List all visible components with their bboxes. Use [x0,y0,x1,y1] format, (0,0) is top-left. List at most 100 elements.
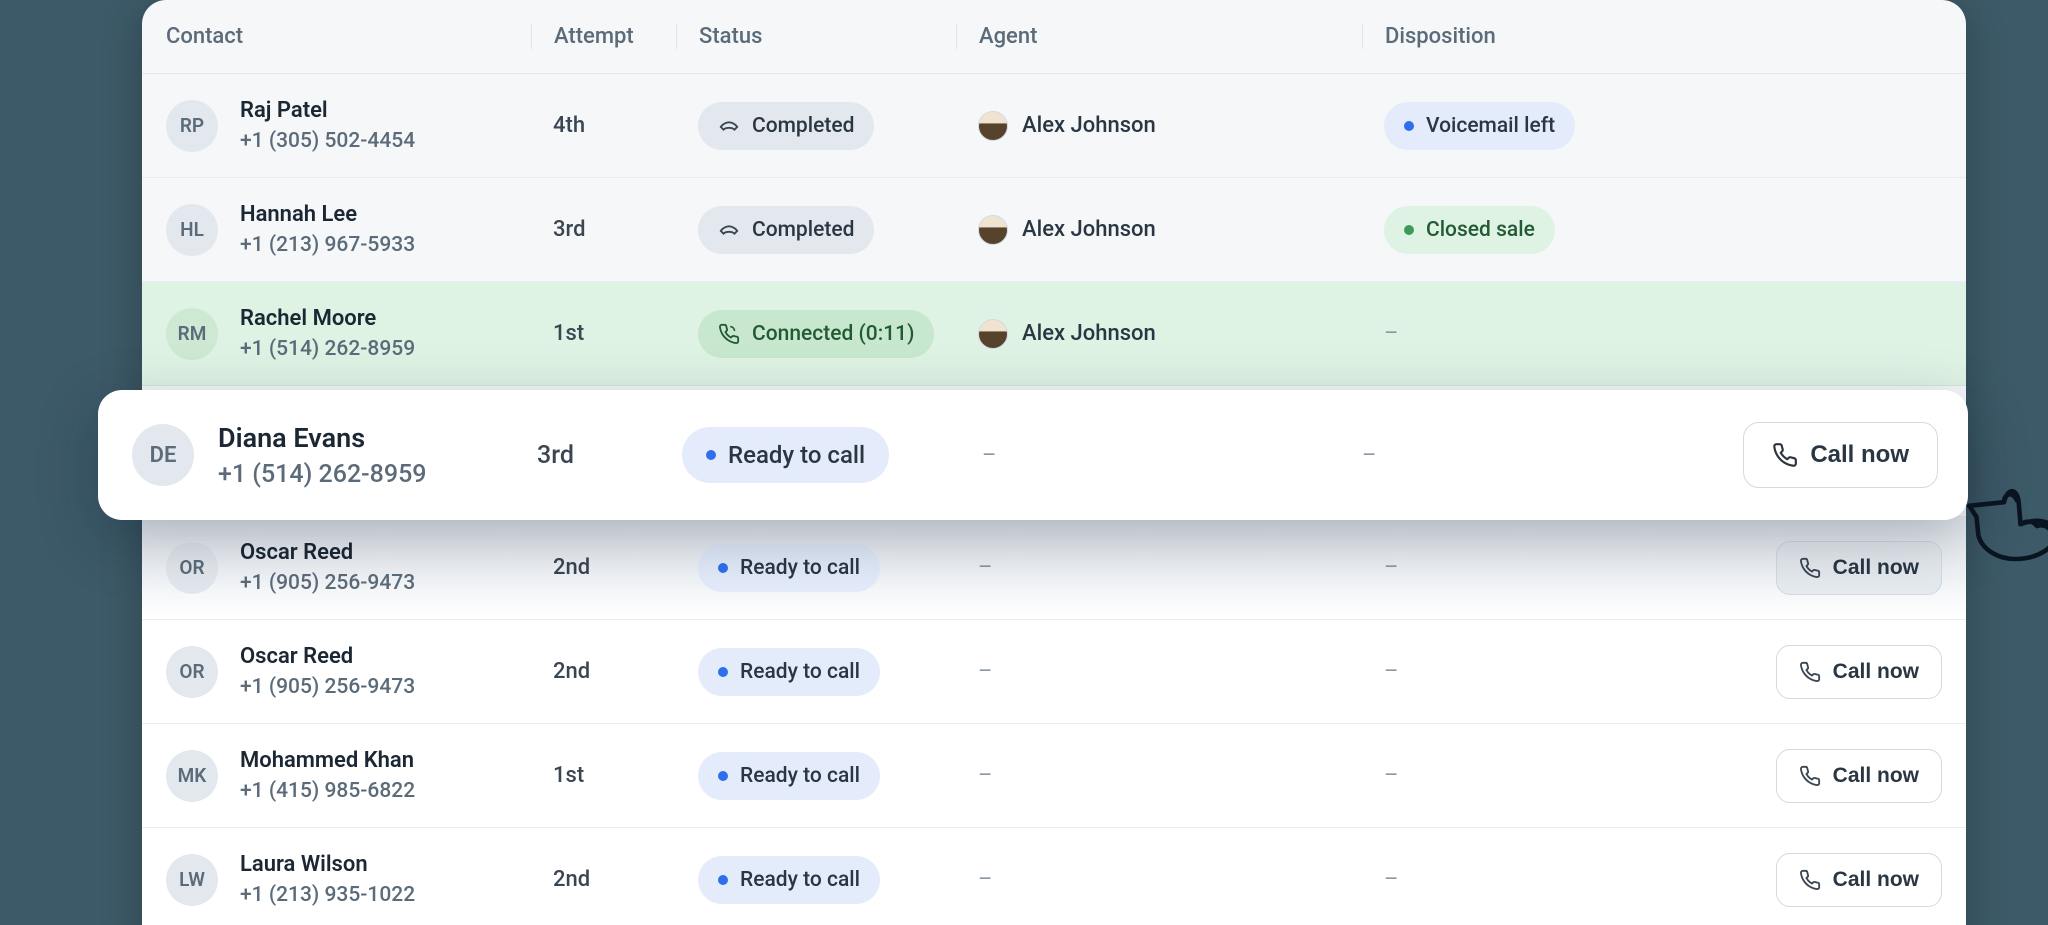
table-row[interactable]: LW Laura Wilson +1 (213) 935-1022 2nd Re… [142,828,1966,925]
disposition-label: Closed sale [1426,218,1535,242]
contact-phone: +1 (514) 262-8959 [240,337,415,361]
dot-icon [718,563,728,573]
contact-phone: +1 (514) 262-8959 [218,460,427,489]
avatar: DE [132,424,194,486]
phone-icon [1799,765,1821,787]
table-row[interactable]: MK Mohammed Khan +1 (415) 985-6822 1st R… [142,724,1966,828]
contact-name: Diana Evans [218,422,427,454]
phone-icon [1799,661,1821,683]
contact-phone: +1 (905) 256-9473 [240,675,415,699]
call-now-button[interactable]: Call now [1776,749,1942,803]
dot-icon [718,875,728,885]
avatar: RP [166,100,218,152]
contact-phone: +1 (213) 935-1022 [240,883,415,907]
status-label: Connected (0:11) [752,322,914,346]
col-header-agent: Agent [956,24,1362,49]
table-row[interactable]: RM Rachel Moore +1 (514) 262-8959 1st Co… [142,282,1966,386]
call-now-button[interactable]: Call now [1776,853,1942,907]
contact-name: Laura Wilson [240,852,415,877]
table-row[interactable]: OR Oscar Reed +1 (905) 256-9473 2nd Read… [142,516,1966,620]
empty-value: – [978,555,992,580]
featured-row[interactable]: DE Diana Evans +1 (514) 262-8959 3rd Rea… [98,390,1968,520]
agent-avatar [978,319,1008,349]
call-now-label: Call now [1833,764,1919,788]
contact-name: Oscar Reed [240,644,415,669]
contact-phone: +1 (905) 256-9473 [240,571,415,595]
dot-icon [1404,225,1414,235]
status-label: Ready to call [740,868,860,892]
status-badge: Completed [698,206,874,254]
call-now-button[interactable]: Call now [1743,422,1938,488]
table-header: Contact Attempt Status Agent Disposition [142,0,1966,74]
col-header-status: Status [676,24,956,49]
status-badge: Ready to call [698,752,880,800]
avatar: MK [166,750,218,802]
empty-value: – [978,659,992,684]
contact-name: Oscar Reed [240,540,415,565]
status-badge: Ready to call [698,856,880,904]
phone-active-icon [718,323,740,345]
contact-name: Mohammed Khan [240,748,415,773]
avatar: RM [166,308,218,360]
table-row[interactable]: OR Oscar Reed +1 (905) 256-9473 2nd Read… [142,620,1966,724]
disposition-badge: Closed sale [1384,206,1555,254]
attempt-value: 3rd [527,441,672,470]
status-label: Completed [752,218,854,242]
disposition-label: Voicemail left [1426,114,1555,138]
dot-icon [718,771,728,781]
status-label: Ready to call [728,441,865,469]
col-header-attempt: Attempt [531,24,676,49]
call-now-label: Call now [1833,660,1919,684]
empty-value: – [1384,763,1398,788]
attempt-value: 2nd [531,867,676,892]
attempt-value: 4th [531,113,676,138]
phone-icon [1799,557,1821,579]
attempt-value: 3rd [531,217,676,242]
call-now-label: Call now [1833,556,1919,580]
contact-phone: +1 (305) 502-4454 [240,129,415,153]
table-row[interactable]: HL Hannah Lee +1 (213) 967-5933 3rd Comp… [142,178,1966,282]
phone-hangup-icon [718,115,740,137]
status-badge: Ready to call [682,427,889,483]
empty-value: – [1362,443,1376,468]
col-header-disposition: Disposition [1362,24,1966,49]
empty-value: – [978,867,992,892]
status-badge: Completed [698,102,874,150]
avatar: OR [166,646,218,698]
contact-phone: +1 (415) 985-6822 [240,779,415,803]
agent-name: Alex Johnson [1022,113,1156,138]
status-badge: Ready to call [698,648,880,696]
call-now-label: Call now [1810,441,1909,469]
agent-avatar [978,111,1008,141]
pointing-hand-icon [1960,460,2048,570]
contact-phone: +1 (213) 967-5933 [240,233,415,257]
empty-value: – [1384,321,1398,346]
dot-icon [718,667,728,677]
empty-value: – [1384,555,1398,580]
empty-value: – [1384,867,1398,892]
empty-value: – [1384,659,1398,684]
contact-name: Rachel Moore [240,306,415,331]
phone-hangup-icon [718,219,740,241]
attempt-value: 2nd [531,555,676,580]
disposition-badge: Voicemail left [1384,102,1575,150]
phone-icon [1799,869,1821,891]
col-header-contact: Contact [166,24,531,49]
call-now-button[interactable]: Call now [1776,541,1942,595]
status-label: Ready to call [740,660,860,684]
empty-value: – [982,443,996,468]
agent-name: Alex Johnson [1022,217,1156,242]
status-label: Completed [752,114,854,138]
avatar: LW [166,854,218,906]
status-badge: Ready to call [698,544,880,592]
agent-avatar [978,215,1008,245]
call-now-button[interactable]: Call now [1776,645,1942,699]
attempt-value: 1st [531,763,676,788]
phone-icon [1772,442,1798,468]
table-row[interactable]: RP Raj Patel +1 (305) 502-4454 4th Compl… [142,74,1966,178]
avatar: OR [166,542,218,594]
empty-value: – [978,763,992,788]
status-badge: Connected (0:11) [698,310,934,358]
avatar: HL [166,204,218,256]
attempt-value: 2nd [531,659,676,684]
